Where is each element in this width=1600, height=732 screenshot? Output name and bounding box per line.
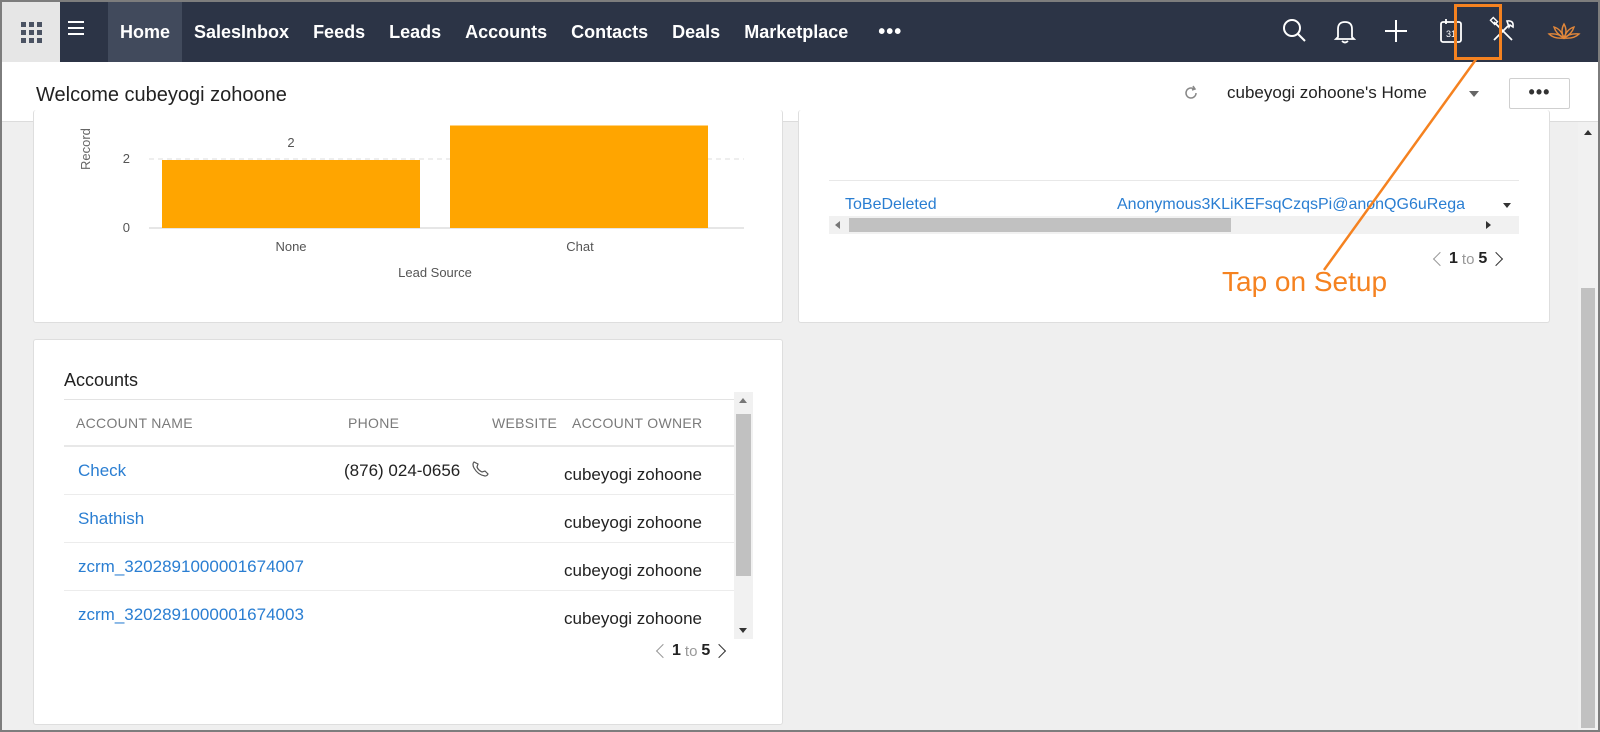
record-name-link[interactable]: ToBeDeleted [845, 196, 937, 214]
chevron-left-icon[interactable] [655, 643, 671, 659]
more-tabs-button[interactable]: ••• [860, 21, 920, 44]
bell-icon[interactable] [1330, 16, 1360, 46]
tab-contacts[interactable]: Contacts [559, 2, 660, 62]
account-name-link[interactable]: zcrm_3202891000001674003 [78, 605, 304, 625]
tab-salesinbox[interactable]: SalesInbox [182, 2, 301, 62]
table-row: Check (876) 024-0656 cubeyogi zohoone [64, 447, 736, 495]
scrollbar-thumb[interactable] [849, 218, 1231, 232]
plus-icon[interactable] [1381, 16, 1411, 46]
tab-marketplace[interactable]: Marketplace [732, 2, 860, 62]
x-tick-label: Chat [566, 239, 594, 254]
scroll-up-arrow[interactable] [739, 398, 747, 403]
more-options-button[interactable]: ••• [1509, 78, 1570, 109]
scroll-down-arrow[interactable] [739, 628, 747, 633]
scroll-up-arrow[interactable] [1584, 130, 1592, 135]
tab-home[interactable]: Home [108, 2, 183, 62]
y-tick-label: 0 [123, 220, 130, 235]
lotus-logo-icon[interactable] [1546, 16, 1582, 46]
bar-value-label: 2 [287, 135, 294, 150]
column-header-account-name[interactable]: ACCOUNT NAME [76, 415, 193, 431]
page-title: Welcome cubeyogi zohoone [36, 84, 287, 106]
x-tick-label: None [275, 239, 306, 254]
table-row: zcrm_3202891000001674007 cubeyogi zohoon… [64, 543, 736, 591]
owner-value: cubeyogi zohoone [564, 513, 703, 532]
page-to: 5 [701, 642, 711, 659]
apps-grid-icon [20, 21, 42, 43]
header-divider [64, 399, 736, 400]
column-header-website[interactable]: WEBSITE [492, 415, 557, 431]
account-name-link[interactable]: zcrm_3202891000001674007 [78, 557, 304, 577]
x-axis-title: Lead Source [398, 265, 472, 280]
lead-source-chart-card: 2 0 Record 2 None Chat Lead Source [33, 110, 783, 323]
search-icon[interactable] [1280, 16, 1310, 46]
phone-icon[interactable] [470, 459, 490, 479]
phone-value: (876) 024-0656 [344, 461, 461, 480]
chevron-right-icon[interactable] [712, 643, 727, 659]
account-name-link[interactable]: Shathish [78, 509, 144, 529]
pagination: 1 to 5 [654, 642, 728, 660]
table-row: zcrm_3202891000001674003 cubeyogi zohoon… [64, 591, 736, 639]
table-row: Shathish cubeyogi zohoone [64, 495, 736, 543]
y-axis-title: Record [78, 128, 93, 170]
accounts-card: Accounts ACCOUNT NAME PHONE WEBSITE ACCO… [33, 339, 783, 725]
page-from: 1 [672, 642, 681, 659]
owner-value: cubeyogi zohoone [564, 561, 703, 580]
scroll-left-arrow[interactable] [835, 221, 840, 229]
tab-leads[interactable]: Leads [377, 2, 453, 62]
tab-deals[interactable]: Deals [660, 2, 732, 62]
bar-chat[interactable] [450, 125, 708, 229]
apps-grid-button[interactable] [2, 2, 60, 62]
app-window: Home SalesInbox Feeds Leads Accounts Con… [0, 0, 1600, 732]
refresh-icon[interactable] [1182, 84, 1200, 102]
scrollbar-thumb[interactable] [1581, 288, 1595, 728]
hamburger-icon[interactable] [68, 21, 90, 41]
column-header-phone[interactable]: PHONE [348, 415, 399, 431]
vertical-scrollbar[interactable] [734, 392, 753, 639]
tab-accounts[interactable]: Accounts [453, 2, 559, 62]
accounts-title: Accounts [64, 370, 139, 390]
tab-feeds[interactable]: Feeds [301, 2, 377, 62]
scrollbar-thumb[interactable] [736, 414, 751, 576]
scroll-down-arrow[interactable] [1503, 203, 1511, 208]
module-tabs: Home SalesInbox Feeds Leads Accounts Con… [108, 2, 920, 62]
owner-value: cubeyogi zohoone [564, 465, 703, 484]
page-scrollbar[interactable] [1578, 122, 1598, 730]
account-name-link[interactable]: Check [78, 461, 126, 481]
annotation-label: Tap on Setup [1222, 266, 1388, 297]
column-header-account-owner[interactable]: ACCOUNT OWNER [572, 415, 702, 431]
bar-none[interactable] [162, 160, 420, 228]
lead-source-bar-chart: 2 0 Record 2 None Chat Lead Source [78, 125, 744, 280]
owner-value: cubeyogi zohoone [564, 609, 703, 628]
page-to-label: to [684, 642, 698, 660]
annotation-arrow [1322, 57, 1479, 271]
y-tick-label: 2 [123, 151, 130, 166]
